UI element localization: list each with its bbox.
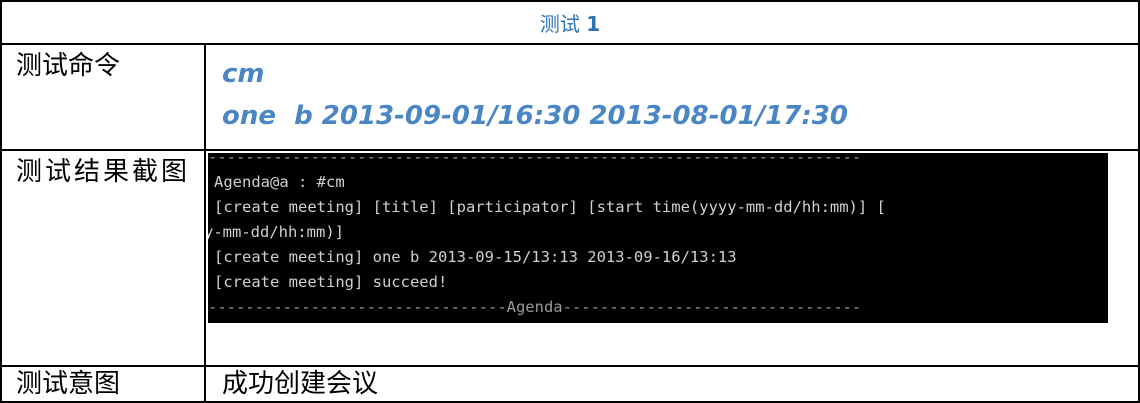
terminal-usage-wrap-line: y-mm-dd/hh:mm)] <box>208 223 344 241</box>
intent-value: 成功创建会议 <box>222 369 379 399</box>
terminal-usage-line: [create meeting] [title] [participator] … <box>214 198 886 216</box>
terminal-separator-top: ----------------------------------------… <box>208 153 862 166</box>
command-label-cell: 测试命令 <box>0 43 206 151</box>
test-case-table: 测试 1 测试命令 cm one b 2013-09-01/16:30 2013… <box>0 0 1140 403</box>
terminal-input-echo-line: [create meeting] one b 2013-09-15/13:13 … <box>214 248 737 266</box>
result-label: 测试结果截图 <box>16 157 191 187</box>
terminal-separator-bottom: --------------------------------Agenda--… <box>208 298 862 316</box>
intent-value-cell: 成功创建会议 <box>204 365 1140 403</box>
command-line-2: one b 2013-09-01/16:30 2013-08-01/17:30 <box>222 101 848 131</box>
table-title-cell: 测试 1 <box>0 0 1140 45</box>
intent-label-cell: 测试意图 <box>0 365 206 403</box>
terminal-screenshot: ----------------------------------------… <box>208 153 1108 323</box>
intent-label: 测试意图 <box>16 369 121 399</box>
command-value-cell: cm one b 2013-09-01/16:30 2013-08-01/17:… <box>204 43 1140 151</box>
title-text: 测试 <box>539 12 580 36</box>
command-line-1: cm <box>222 59 265 89</box>
terminal-success-line: [create meeting] succeed! <box>214 273 448 291</box>
table-title: 测试 1 <box>540 8 600 37</box>
command-label: 测试命令 <box>16 51 121 81</box>
result-label-cell: 测试结果截图 <box>0 149 206 367</box>
title-number: 1 <box>586 12 601 36</box>
terminal-prompt-line: Agenda@a : #cm <box>214 173 345 191</box>
result-screenshot-cell: ----------------------------------------… <box>204 149 1140 367</box>
